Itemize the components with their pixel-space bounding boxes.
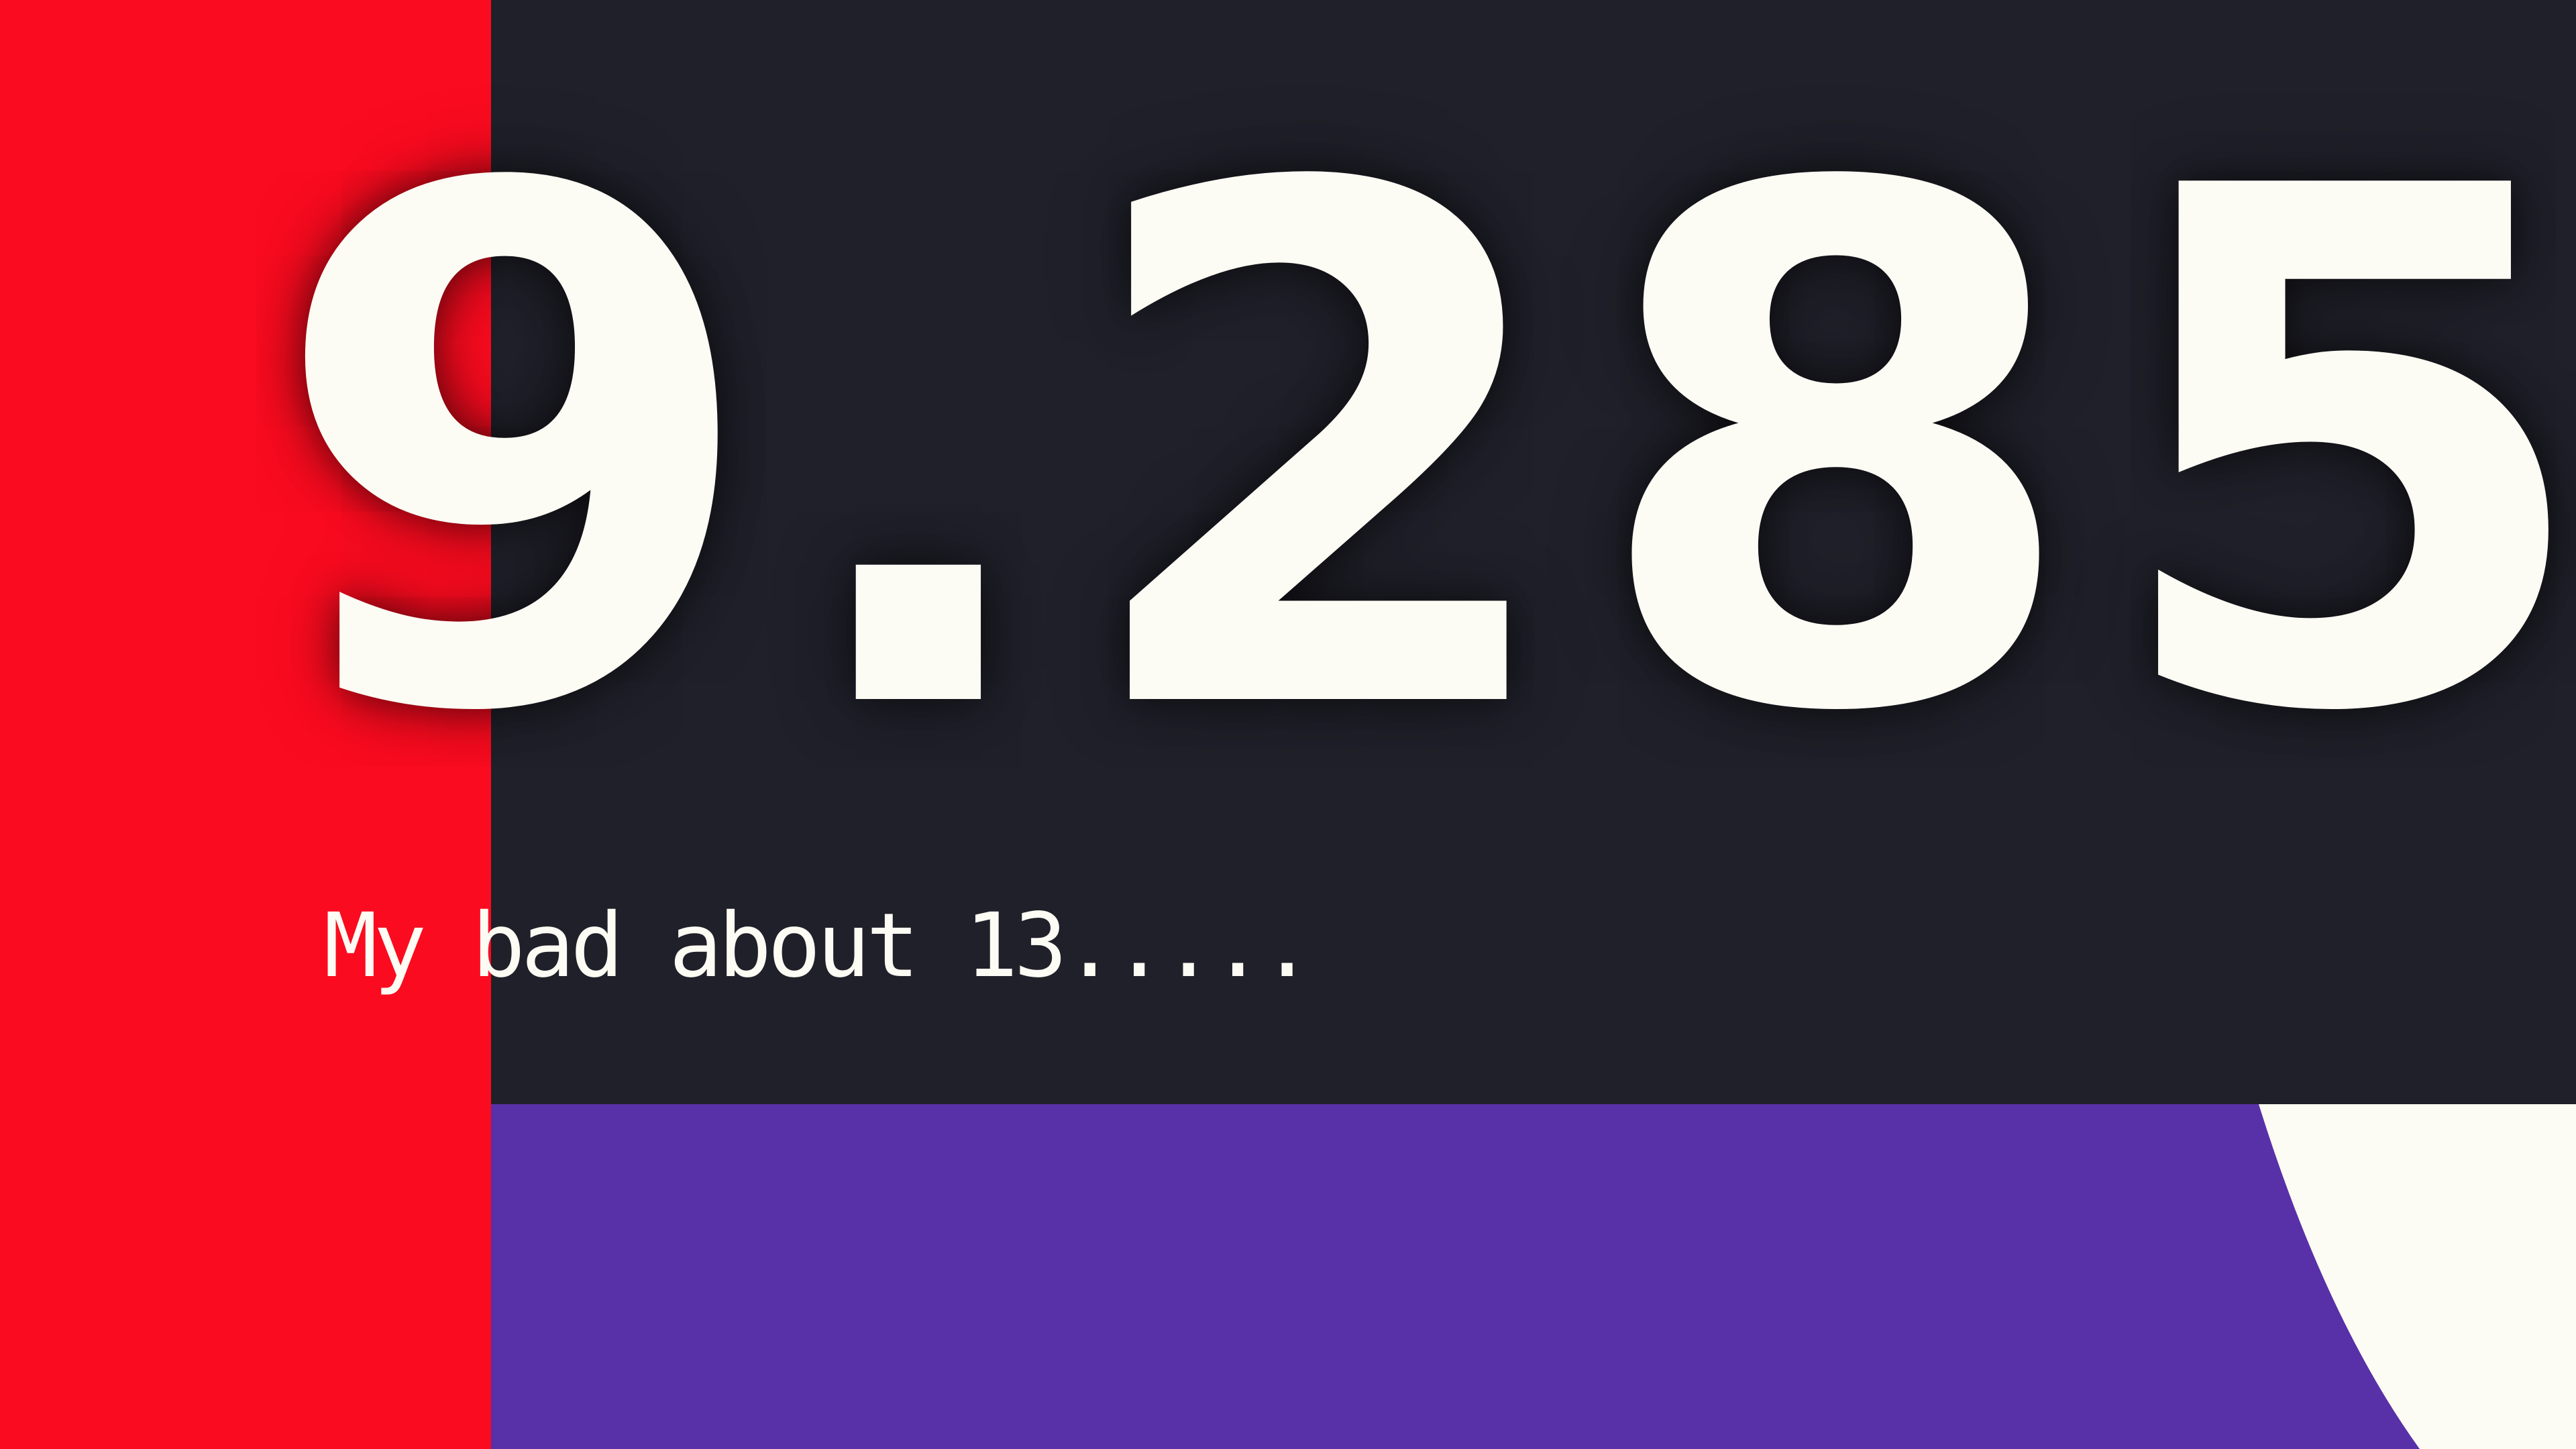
cream-arc-graphic	[2259, 1104, 2576, 1449]
big-value-display: 9.285	[268, 39, 2576, 867]
caption-text: My bad about 13.....	[324, 894, 1313, 998]
slide-canvas: 9.285 My bad about 13.....	[0, 0, 2576, 1449]
cream-corner-shape	[2259, 1104, 2576, 1449]
